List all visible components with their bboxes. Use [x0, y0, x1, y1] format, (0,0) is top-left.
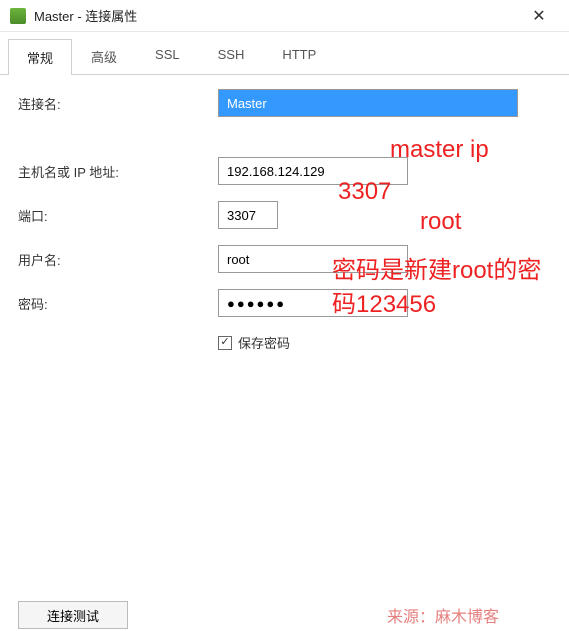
test-connection-button[interactable]: 连接测试: [18, 601, 128, 629]
app-icon: [10, 8, 26, 24]
close-icon: ✕: [532, 6, 545, 26]
label-conn-name: 连接名:: [18, 94, 218, 113]
form-area: 连接名: 主机名或 IP 地址: 端口: 用户名: 密码: ✓: [0, 75, 569, 382]
tabstrip: 常规 高级 SSL SSH HTTP: [0, 38, 569, 75]
tab-ssh[interactable]: SSH: [199, 38, 264, 74]
annotation-password: 密码是新建root的密码123456: [332, 254, 562, 321]
label-password: 密码:: [18, 294, 218, 313]
save-password-label: 保存密码: [238, 333, 290, 352]
port-input[interactable]: [218, 201, 278, 229]
conn-name-input[interactable]: [218, 89, 518, 117]
annotation-host: master ip: [390, 136, 489, 164]
source-watermark: 来源：麻木博客: [387, 603, 499, 627]
checkbox-icon: ✓: [218, 336, 232, 350]
tab-advanced[interactable]: 高级: [72, 38, 136, 74]
tab-ssl[interactable]: SSL: [136, 38, 199, 74]
tab-general[interactable]: 常规: [8, 39, 72, 75]
label-host: 主机名或 IP 地址:: [18, 162, 218, 181]
annotation-port: 3307: [338, 178, 391, 206]
label-user: 用户名:: [18, 250, 218, 269]
close-button[interactable]: ✕: [519, 3, 559, 29]
titlebar: Master - 连接属性 ✕: [0, 0, 569, 32]
save-password-checkbox[interactable]: ✓ 保存密码: [218, 333, 551, 352]
tab-http[interactable]: HTTP: [263, 38, 335, 74]
annotation-user: root: [420, 208, 461, 236]
label-port: 端口:: [18, 206, 218, 225]
window-title: Master - 连接属性: [34, 6, 519, 25]
